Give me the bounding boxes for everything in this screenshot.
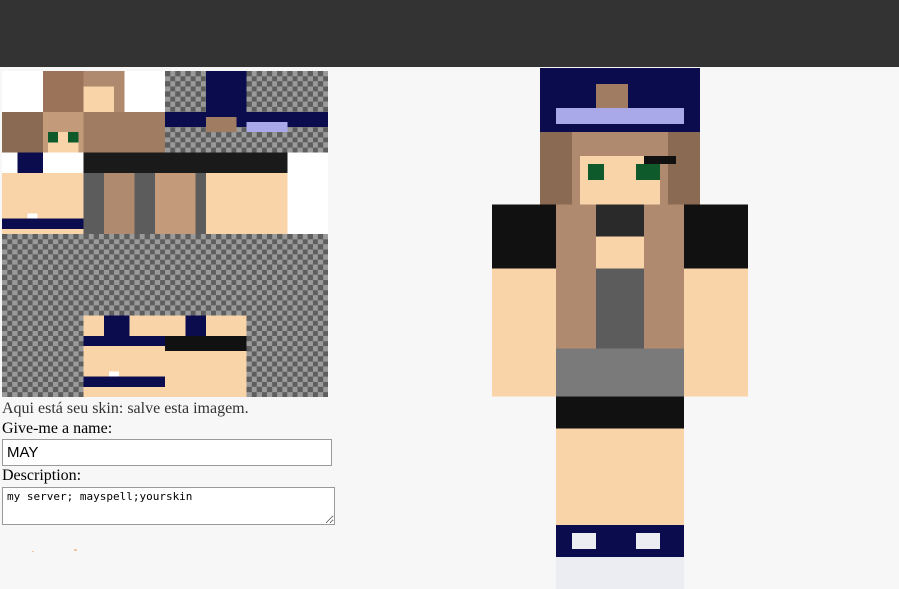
- skin-texture-image: [2, 71, 328, 397]
- description-textarea[interactable]: my server; mayspell;yourskin: [2, 487, 335, 525]
- top-bar: [0, 0, 899, 67]
- description-label: Description:: [2, 467, 82, 484]
- save-image-caption: Aqui está seu skin: salve esta imagem.: [2, 400, 249, 417]
- skin-preview-image: [492, 68, 748, 589]
- name-label: Give-me a name:: [2, 420, 113, 437]
- decorative-specks: [32, 549, 77, 552]
- name-input[interactable]: [2, 439, 332, 466]
